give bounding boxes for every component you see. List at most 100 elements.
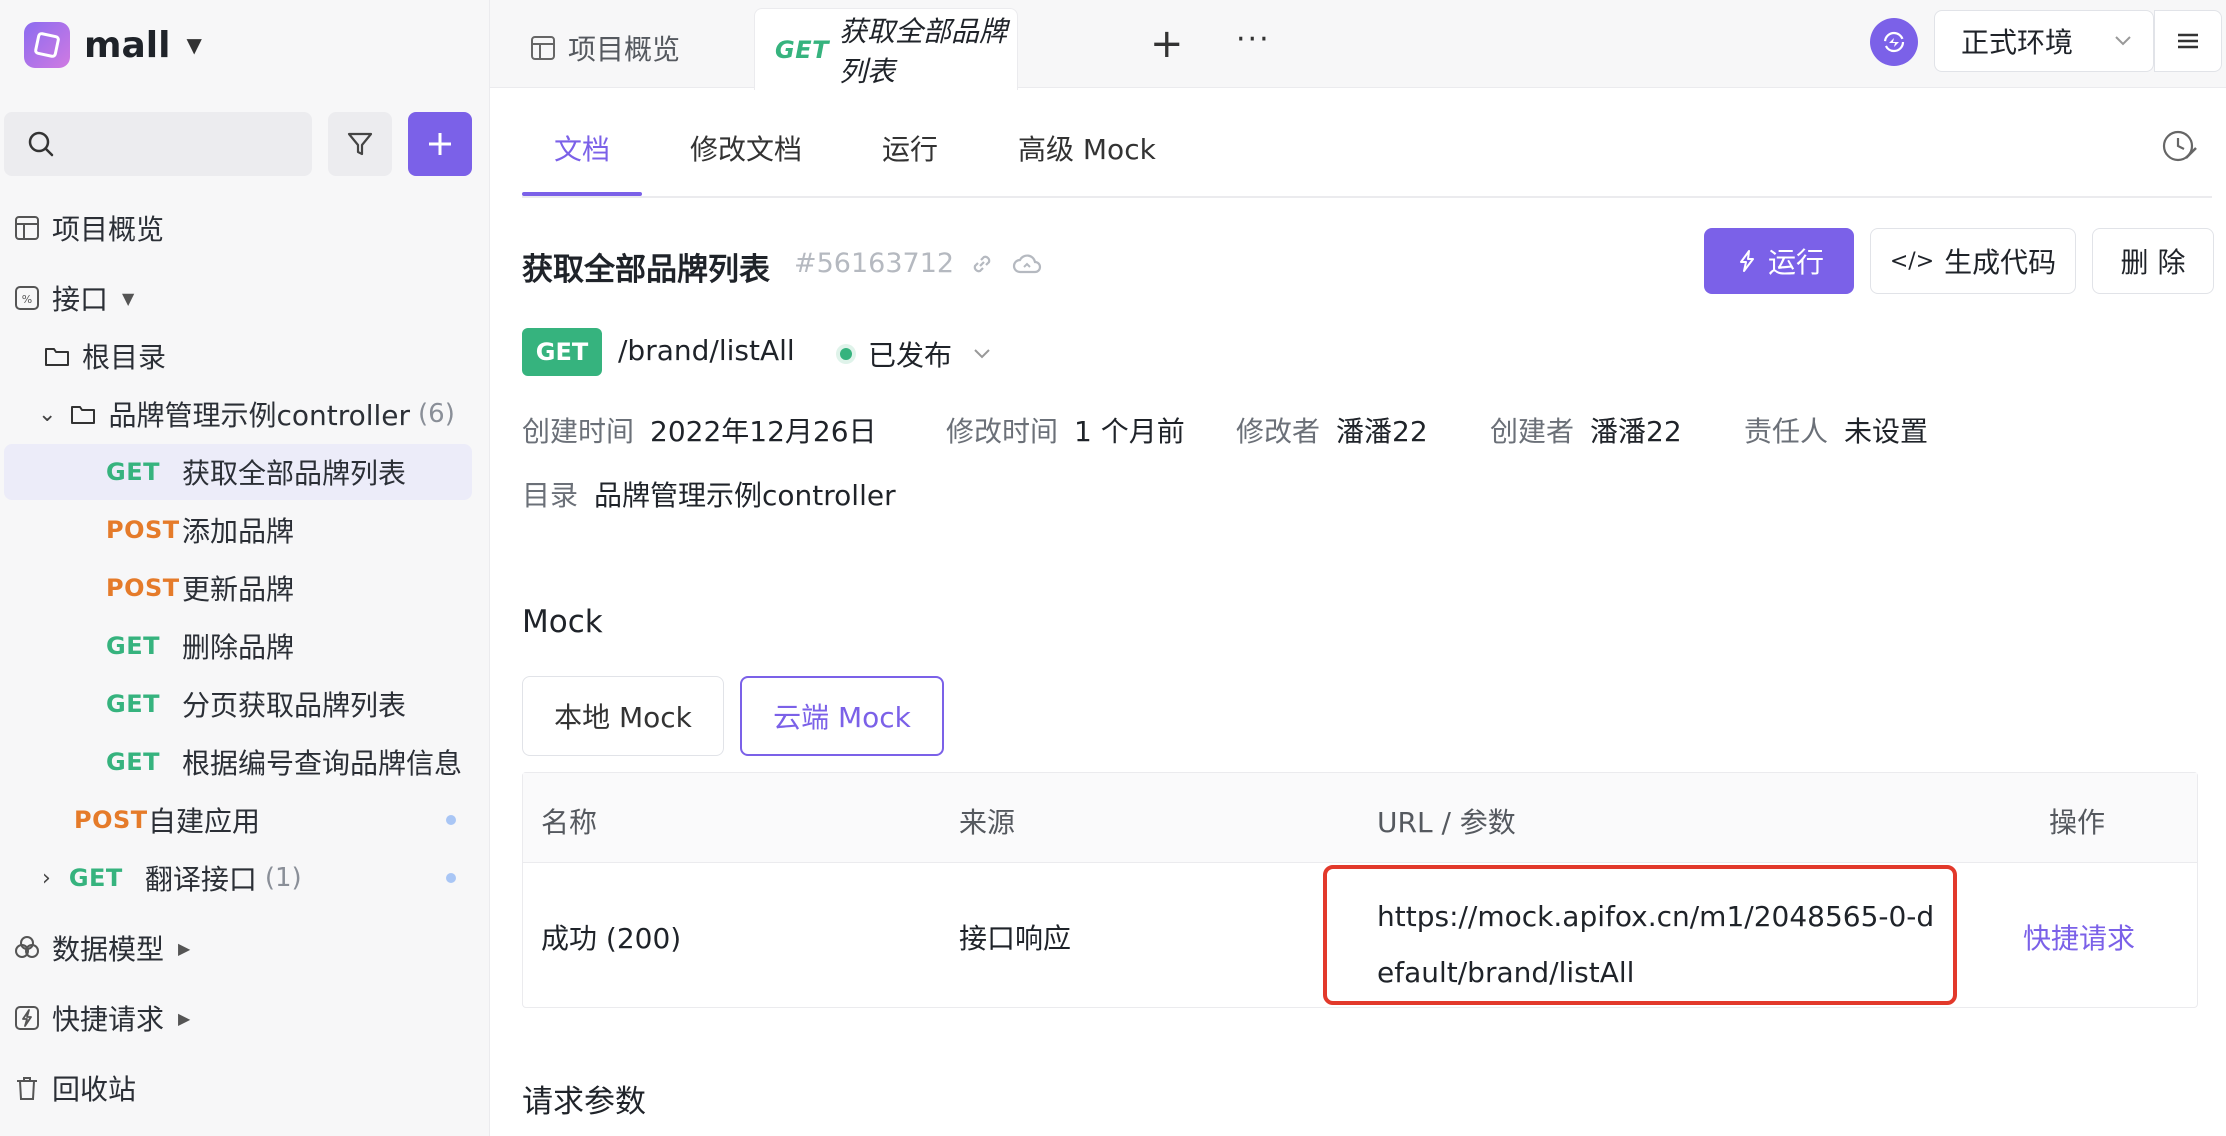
tab-edit-doc[interactable]: 修改文档 <box>690 128 802 168</box>
item-count: (1) <box>264 863 302 893</box>
request-params-heading: 请求参数 <box>522 1084 646 1120</box>
doc-subtabs: 文档 修改文档 运行 高级 Mock <box>522 88 2212 198</box>
mock-name-cell: 成功 (200) <box>541 922 682 955</box>
tab-project-overview[interactable]: 项目概览 <box>530 28 680 68</box>
sidebar-api-item[interactable]: GET 获取全部品牌列表 <box>4 444 472 500</box>
sidebar-item-interfaces[interactable]: % 接口 ▼ <box>0 270 490 326</box>
folder-icon <box>42 341 72 371</box>
chevron-down-icon <box>974 349 990 359</box>
sidebar-item-label: 数据模型 <box>52 933 165 966</box>
more-tabs-button[interactable]: ··· <box>1236 22 1271 57</box>
app-logo-icon <box>24 22 70 68</box>
sidebar-item-data-model[interactable]: 数据模型 ▶ <box>0 920 490 976</box>
folder-count: (6) <box>418 399 455 429</box>
tab-advanced-mock[interactable]: 高级 Mock <box>1018 128 1156 168</box>
method-badge: GET <box>522 328 602 376</box>
method-label: GET <box>106 632 160 660</box>
unsynced-dot <box>446 873 456 883</box>
status-value: 已发布 <box>868 339 953 372</box>
tab-label: 获取全部品牌列表 <box>838 14 1007 88</box>
trash-icon <box>12 1073 42 1103</box>
tab-label: 项目概览 <box>568 33 681 66</box>
sidebar-api-item[interactable]: GET 根据编号查询品牌信息 <box>0 734 490 790</box>
mock-table: 名称 来源 URL / 参数 操作 成功 (200) 接口响应 https://… <box>522 772 2198 1008</box>
delete-button[interactable]: 删 除 <box>2092 228 2214 294</box>
meta-created: 创建时间 2022年12月26日 <box>522 415 877 448</box>
sync-icon <box>1883 31 1905 53</box>
sidebar-item-label: 品牌管理示例controller <box>108 399 411 432</box>
sidebar-item-label: 分页获取品牌列表 <box>182 689 407 722</box>
cubes-icon <box>12 933 42 963</box>
sidebar-folder-brand[interactable]: ⌄ 品牌管理示例controller (6) <box>0 386 490 442</box>
method-label: POST <box>106 574 180 602</box>
meta-modifier: 修改者 潘潘22 <box>1236 415 1428 448</box>
chevron-down-icon <box>2115 36 2131 46</box>
status-dot <box>840 348 852 360</box>
meta-owner: 责任人 未设置 <box>1744 415 1929 448</box>
tab-run[interactable]: 运行 <box>882 128 938 168</box>
meta-modified: 修改时间 1 个月前 <box>946 415 1185 448</box>
link-icon[interactable] <box>968 250 996 278</box>
meta-creator: 创建者 潘潘22 <box>1490 415 1682 448</box>
table-header: 名称 来源 URL / 参数 操作 <box>523 773 2197 863</box>
run-button[interactable]: 运行 <box>1704 228 1854 294</box>
tab-doc[interactable]: 文档 <box>554 128 610 168</box>
cloud-mock-tab[interactable]: 云端 Mock <box>740 676 944 756</box>
sidebar-api-item[interactable]: GET 删除品牌 <box>0 618 490 674</box>
sidebar-api-item[interactable]: GET 分页获取品牌列表 <box>0 676 490 732</box>
generate-code-button[interactable]: </> 生成代码 <box>1870 228 2076 294</box>
api-title: 获取全部品牌列表 <box>522 252 770 288</box>
menu-button[interactable] <box>2154 10 2222 72</box>
method-label: GET <box>106 748 160 776</box>
sidebar-api-item[interactable]: POST 添加品牌 <box>0 502 490 558</box>
sidebar-item-label: 接口 <box>52 283 109 316</box>
filter-button[interactable] <box>328 112 392 176</box>
method-label: GET <box>106 458 160 486</box>
new-tab-button[interactable]: + <box>1150 24 1184 64</box>
mock-heading: Mock <box>522 604 603 640</box>
mock-source-cell: 接口响应 <box>959 922 1072 955</box>
column-header: 来源 <box>959 806 1016 839</box>
plus-icon <box>429 133 451 155</box>
status-select[interactable]: 已发布 <box>840 334 994 374</box>
sidebar-item-label: 项目概览 <box>52 213 165 246</box>
caret-down-icon: ▼ <box>122 288 135 308</box>
sidebar-item-overview[interactable]: 项目概览 <box>0 200 490 256</box>
sidebar-item-label: 获取全部品牌列表 <box>182 457 407 490</box>
history-edit-icon[interactable] <box>2160 126 2200 166</box>
local-mock-tab[interactable]: 本地 Mock <box>522 676 724 756</box>
environment-value: 正式环境 <box>1961 26 2074 59</box>
sidebar-item-quick-request[interactable]: 快捷请求 ▶ <box>0 990 490 1046</box>
project-switcher[interactable]: mall ▼ <box>24 22 202 68</box>
method-label: GET <box>106 690 160 718</box>
search-input[interactable] <box>4 112 312 176</box>
quick-request-link[interactable]: 快捷请求 <box>2023 917 2135 957</box>
column-header: URL / 参数 <box>1377 806 1516 839</box>
add-button[interactable] <box>408 112 472 176</box>
sidebar-item-label: 更新品牌 <box>182 573 295 606</box>
cloud-upload-icon[interactable] <box>1012 250 1042 278</box>
mock-url-link[interactable]: https://mock.apifox.cn/m1/2048565-0-defa… <box>1377 889 1937 1001</box>
sidebar-item-label: 快捷请求 <box>52 1003 165 1036</box>
svg-text:%: % <box>22 293 32 306</box>
method-label: GET <box>68 864 123 892</box>
api-id: #56163712 <box>794 248 955 279</box>
search-icon <box>28 131 54 157</box>
sidebar-api-item[interactable]: POST 自建应用 <box>0 792 490 848</box>
tab-active-api[interactable]: GET 获取全部品牌列表 <box>754 8 1018 90</box>
method-label: POST <box>74 806 148 834</box>
sync-button[interactable] <box>1870 18 1918 66</box>
caret-down-icon: ▼ <box>186 33 202 57</box>
sidebar-api-item[interactable]: POST 更新品牌 <box>0 560 490 616</box>
sidebar-api-item[interactable]: › GET 翻译接口 (1) <box>0 850 490 906</box>
chevron-down-icon: ⌄ <box>38 401 57 427</box>
api-icon: % <box>12 283 42 313</box>
api-path: /brand/listAll <box>618 334 795 367</box>
sidebar-item-label: 回收站 <box>52 1073 137 1106</box>
lightning-icon <box>1739 250 1754 272</box>
sidebar-item-root[interactable]: 根目录 <box>0 328 490 384</box>
environment-select[interactable]: 正式环境 <box>1934 10 2154 72</box>
meta-directory: 目录 品牌管理示例controller <box>522 479 896 512</box>
sidebar-item-recycle[interactable]: 回收站 <box>0 1060 490 1116</box>
sidebar-item-label: 添加品牌 <box>182 515 295 548</box>
